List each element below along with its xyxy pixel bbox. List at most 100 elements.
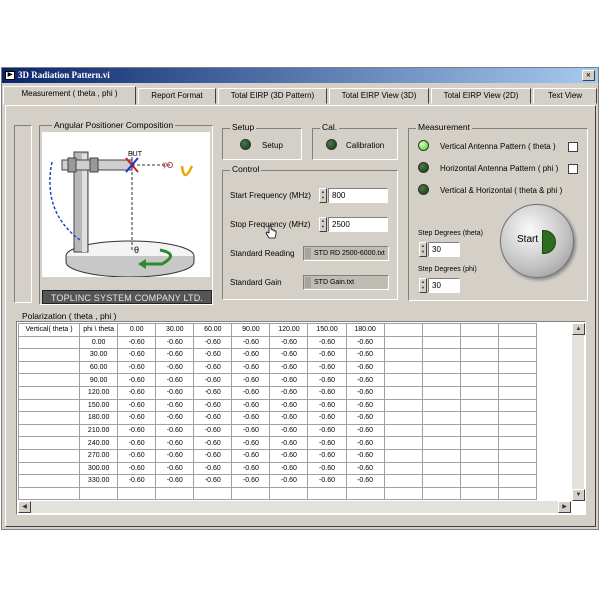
table-cell[interactable]: -0.60 (155, 474, 195, 488)
table-cell[interactable]: -0.60 (307, 461, 347, 476)
tab-total-eirp-3d-pattern[interactable]: Total EIRP (3D Pattern) (218, 88, 327, 104)
table-cell[interactable]: -0.60 (269, 448, 309, 463)
table-cell[interactable]: -0.60 (231, 423, 271, 438)
table-cell[interactable]: -0.60 (269, 436, 309, 450)
table-cell[interactable]: -0.60 (345, 360, 385, 375)
table-cell[interactable]: -0.60 (193, 436, 233, 450)
table-cell[interactable]: -0.60 (155, 360, 195, 375)
tab-total-eirp-view-3d[interactable]: Total EIRP View (3D) (329, 88, 429, 104)
table-cell[interactable]: -0.60 (269, 335, 309, 350)
start-button[interactable]: Start (500, 204, 574, 278)
table-cell[interactable]: -0.60 (231, 385, 271, 400)
table-cell[interactable]: -0.60 (155, 385, 195, 400)
step-phi-input[interactable]: 30 (428, 278, 460, 293)
table-cell[interactable]: -0.60 (307, 423, 347, 438)
table-cell[interactable]: -0.60 (307, 373, 347, 387)
close-button[interactable]: × (582, 70, 595, 81)
table-cell[interactable]: -0.60 (155, 411, 195, 425)
scroll-right-arrow-icon[interactable]: ▶ (558, 501, 571, 513)
table-cell[interactable]: -0.60 (231, 474, 271, 488)
step-phi-spinner[interactable]: ▲ ▼ (419, 278, 427, 293)
table-cell[interactable]: -0.60 (117, 461, 157, 476)
table-cell[interactable]: -0.60 (231, 461, 271, 476)
table-cell[interactable]: -0.60 (231, 436, 271, 450)
table-cell[interactable]: -0.60 (345, 398, 385, 413)
table-cell[interactable]: -0.60 (193, 474, 233, 488)
table-cell[interactable]: -0.60 (307, 398, 347, 413)
table-cell[interactable]: -0.60 (117, 398, 157, 413)
table-horizontal-scrollbar[interactable]: ◀ ▶ (18, 501, 571, 513)
table-cell[interactable]: -0.60 (307, 360, 347, 375)
table-cell[interactable]: -0.60 (117, 385, 157, 400)
table-cell[interactable]: -0.60 (307, 411, 347, 425)
table-cell[interactable]: -0.60 (117, 335, 157, 350)
table-cell[interactable]: -0.60 (117, 373, 157, 387)
table-cell[interactable]: -0.60 (307, 385, 347, 400)
table-vertical-scrollbar[interactable]: ▲ ▼ (571, 323, 585, 501)
table-cell[interactable]: -0.60 (117, 411, 157, 425)
table-cell[interactable]: -0.60 (193, 335, 233, 350)
stop-frequency-input[interactable]: 2500 (328, 217, 388, 232)
table-cell[interactable]: -0.60 (117, 423, 157, 438)
vertical-pattern-checkbox[interactable] (568, 142, 578, 152)
table-cell[interactable]: -0.60 (117, 448, 157, 463)
table-cell[interactable]: -0.60 (269, 461, 309, 476)
table-cell[interactable]: -0.60 (155, 436, 195, 450)
scroll-up-arrow-icon[interactable]: ▲ (572, 323, 585, 335)
table-cell[interactable]: -0.60 (117, 474, 157, 488)
table-cell[interactable]: -0.60 (307, 335, 347, 350)
table-cell[interactable]: -0.60 (269, 423, 309, 438)
table-cell[interactable]: -0.60 (231, 448, 271, 463)
start-frequency-input[interactable]: 800 (328, 188, 388, 203)
scroll-down-arrow-icon[interactable]: ▼ (572, 489, 585, 501)
table-cell[interactable]: -0.60 (155, 423, 195, 438)
table-cell[interactable]: -0.60 (193, 385, 233, 400)
table-cell[interactable]: -0.60 (345, 436, 385, 450)
table-cell[interactable]: -0.60 (155, 448, 195, 463)
scroll-left-arrow-icon[interactable]: ◀ (18, 501, 31, 513)
table-cell[interactable]: -0.60 (269, 373, 309, 387)
table-cell[interactable]: -0.60 (117, 436, 157, 450)
table-cell[interactable]: -0.60 (345, 474, 385, 488)
horizontal-pattern-checkbox[interactable] (568, 164, 578, 174)
tab-report-format[interactable]: Report Format (138, 88, 216, 104)
step-theta-spinner[interactable]: ▲ ▼ (419, 242, 427, 257)
table-cell[interactable]: -0.60 (193, 373, 233, 387)
table-cell[interactable]: -0.60 (193, 360, 233, 375)
table-cell[interactable]: -0.60 (193, 461, 233, 476)
calibration-led[interactable] (326, 139, 337, 150)
tab-total-eirp-view-2d[interactable]: Total EIRP View (2D) (431, 88, 531, 104)
table-cell[interactable]: -0.60 (193, 448, 233, 463)
table-cell[interactable]: -0.60 (345, 335, 385, 350)
table-cell[interactable]: -0.60 (269, 411, 309, 425)
table-cell[interactable]: -0.60 (155, 335, 195, 350)
table-cell[interactable]: -0.60 (155, 398, 195, 413)
browse-button[interactable] (305, 277, 311, 288)
vertical-pattern-led[interactable] (418, 140, 429, 151)
vertical-horizontal-led[interactable] (418, 184, 429, 195)
table-cell[interactable]: -0.60 (155, 373, 195, 387)
table-cell[interactable]: -0.60 (345, 411, 385, 425)
tab-text-view[interactable]: Text View (533, 88, 597, 104)
calibration-button[interactable]: Calibration (346, 141, 384, 150)
table-cell[interactable]: -0.60 (345, 348, 385, 362)
table-cell[interactable]: -0.60 (117, 348, 157, 362)
table-cell[interactable]: -0.60 (307, 436, 347, 450)
tab-measurement[interactable]: Measurement ( theta , phi ) (3, 86, 136, 105)
table-cell[interactable]: -0.60 (345, 461, 385, 476)
table-cell[interactable]: -0.60 (269, 398, 309, 413)
table-cell[interactable]: -0.60 (231, 360, 271, 375)
horizontal-pattern-led[interactable] (418, 162, 429, 173)
table-cell[interactable]: -0.60 (307, 474, 347, 488)
table-cell[interactable]: -0.60 (269, 385, 309, 400)
table-cell[interactable]: -0.60 (307, 448, 347, 463)
table-cell[interactable]: -0.60 (117, 360, 157, 375)
standard-gain-path[interactable]: STD Gain.txt (303, 275, 389, 290)
table-cell[interactable]: -0.60 (231, 373, 271, 387)
table-cell[interactable]: -0.60 (231, 398, 271, 413)
browse-button[interactable] (305, 248, 311, 259)
step-theta-input[interactable]: 30 (428, 242, 460, 257)
table-cell[interactable]: -0.60 (193, 423, 233, 438)
table-cell[interactable]: -0.60 (307, 348, 347, 362)
start-frequency-spinner[interactable]: ▲ ▼ (319, 188, 327, 203)
